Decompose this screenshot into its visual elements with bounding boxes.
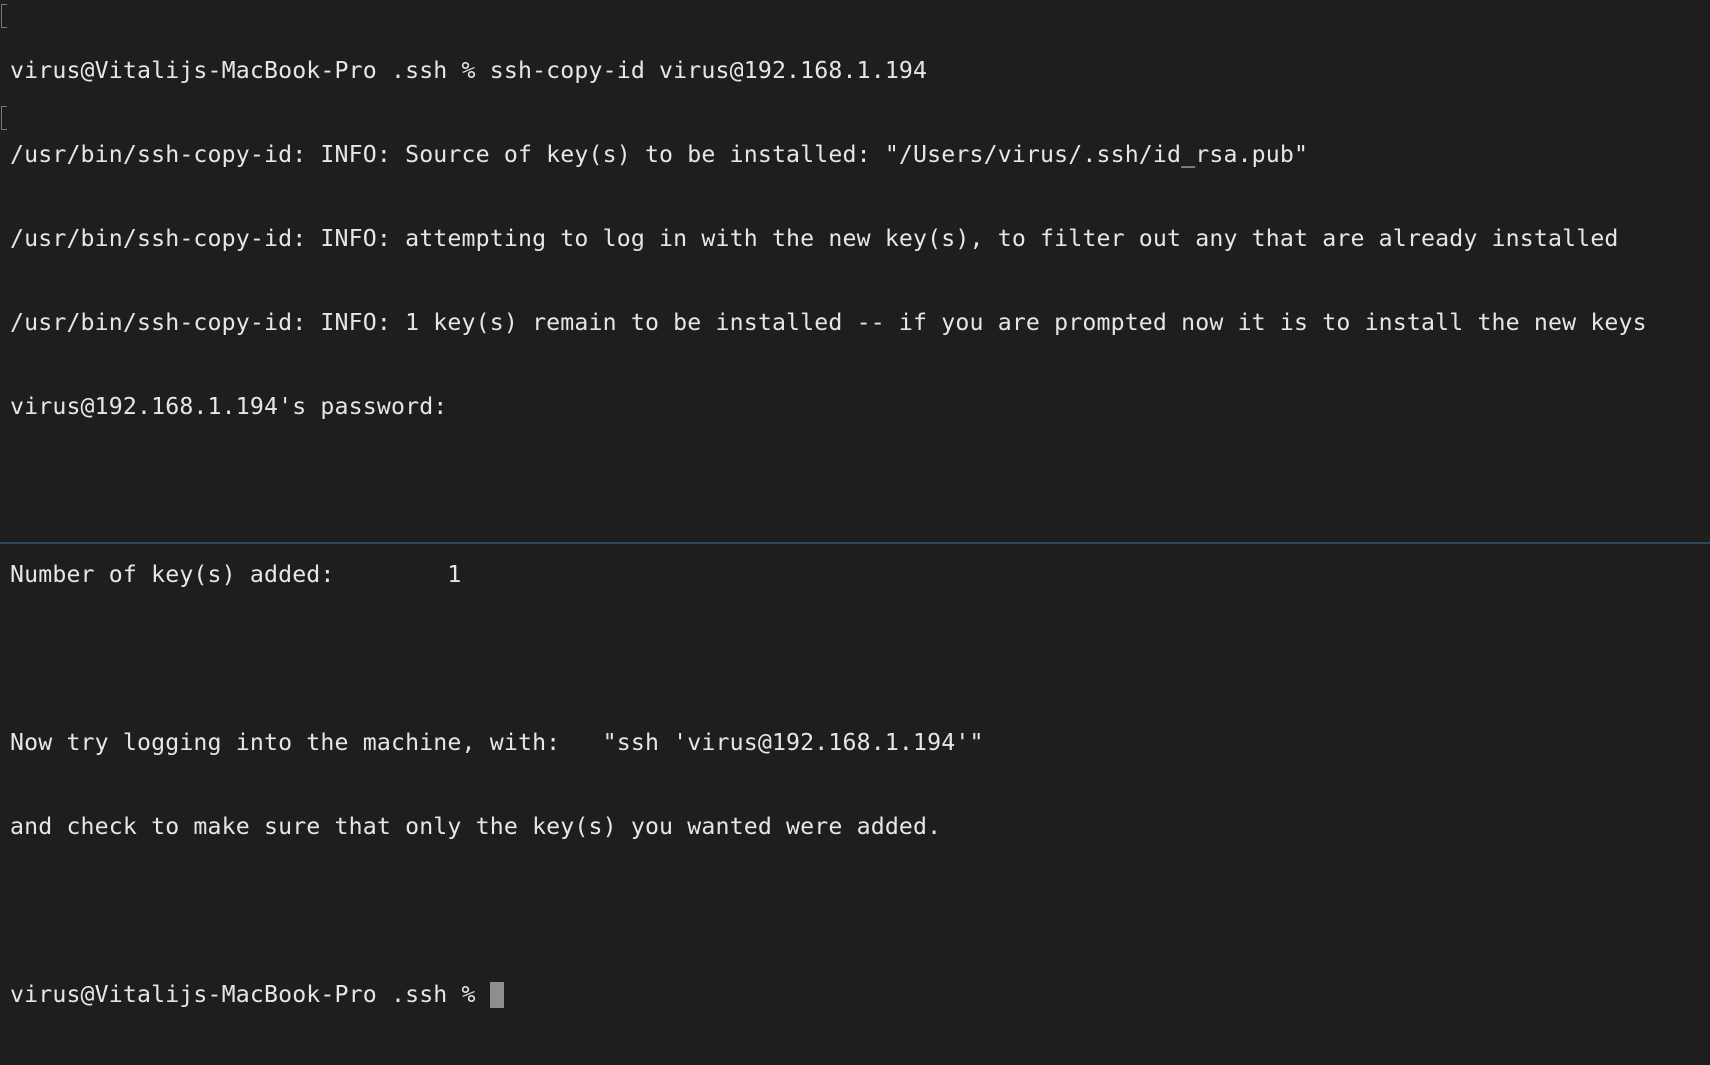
terminal-line: /usr/bin/ssh-copy-id: INFO: attempting t…: [10, 225, 1619, 252]
terminal-line: virus@192.168.1.194's password:: [10, 393, 448, 420]
terminal-window[interactable]: virus@Vitalijs-MacBook-Pro .ssh % ssh-co…: [0, 0, 1710, 1008]
terminal-line: virus@Vitalijs-MacBook-Pro .ssh % ssh-co…: [10, 57, 928, 84]
terminal-line: /usr/bin/ssh-copy-id: INFO: Source of ke…: [10, 141, 1309, 168]
command-mark: [1, 106, 7, 130]
prompt-line[interactable]: virus@Vitalijs-MacBook-Pro .ssh %: [10, 981, 1700, 1009]
command-mark: [1, 4, 7, 28]
terminal-line: Now try logging into the machine, with: …: [10, 729, 984, 756]
text-cursor: [489, 982, 504, 1008]
terminal-line: Number of key(s) added: 1: [10, 561, 462, 588]
terminal-line: and check to make sure that only the key…: [10, 813, 942, 840]
terminal-output: virus@Vitalijs-MacBook-Pro .ssh % ssh-co…: [10, 1, 1700, 1065]
shell-prompt: virus@Vitalijs-MacBook-Pro .ssh %: [10, 981, 490, 1008]
terminal-line: /usr/bin/ssh-copy-id: INFO: 1 key(s) rem…: [10, 309, 1647, 336]
